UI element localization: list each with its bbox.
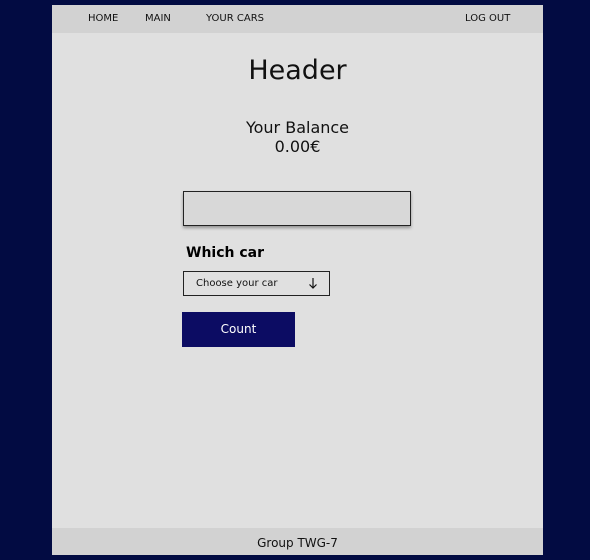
nav-link-home[interactable]: HOME bbox=[88, 13, 118, 25]
balance-label: Your Balance bbox=[245, 118, 350, 137]
nav-link-main[interactable]: MAIN bbox=[145, 13, 171, 25]
which-car-label: Which car bbox=[186, 245, 264, 261]
nav-link-log-out[interactable]: LOG OUT bbox=[465, 13, 510, 25]
page-container: HOME MAIN YOUR CARS LOG OUT Header Your … bbox=[52, 5, 543, 555]
amount-input[interactable] bbox=[183, 191, 411, 226]
footer-text: Group TWG-7 bbox=[257, 536, 338, 550]
top-navbar: HOME MAIN YOUR CARS LOG OUT bbox=[52, 5, 543, 33]
car-select-value: Choose your car bbox=[196, 278, 278, 289]
nav-link-your-cars[interactable]: YOUR CARS bbox=[206, 13, 264, 25]
arrow-down-icon bbox=[309, 278, 317, 289]
balance-value: 0.00€ bbox=[274, 137, 321, 156]
count-button[interactable]: Count bbox=[182, 312, 295, 347]
car-select-dropdown[interactable]: Choose your car bbox=[183, 271, 330, 296]
page-title: Header bbox=[248, 55, 347, 86]
footer: Group TWG-7 bbox=[52, 528, 543, 555]
